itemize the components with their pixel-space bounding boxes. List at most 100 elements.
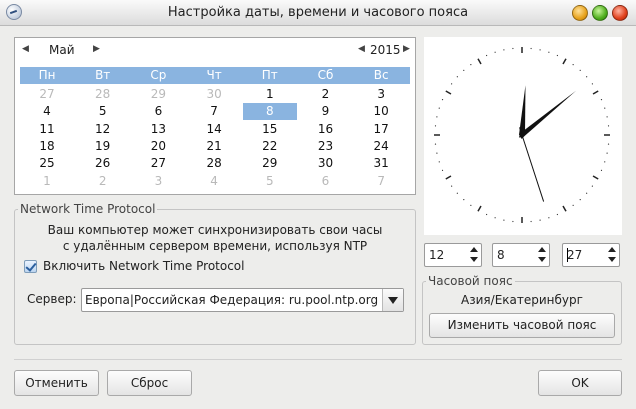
minute-tick	[556, 213, 558, 216]
calendar-day[interactable]: 30	[299, 155, 353, 172]
calendar-day[interactable]: 7	[187, 103, 241, 120]
ntp-enable-checkbox[interactable]	[24, 260, 37, 273]
ok-button[interactable]: OK	[538, 370, 622, 396]
minutes-up-arrow-icon[interactable]	[535, 244, 549, 255]
calendar-day[interactable]: 25	[20, 155, 74, 172]
timezone-group-title: Часовой пояс	[426, 274, 515, 288]
weekday-label: Чт	[206, 68, 222, 82]
calendar-day[interactable]: 22	[243, 138, 297, 155]
minutes-down-arrow-icon[interactable]	[535, 255, 549, 266]
hours-up-arrow-icon[interactable]	[467, 244, 481, 255]
calendar-day[interactable]: 27	[131, 155, 185, 172]
ntp-group: Network Time Protocol Ваш компьютер може…	[14, 202, 416, 345]
hour-tick	[477, 58, 482, 65]
calendar-day[interactable]: 18	[20, 138, 74, 155]
calendar-day[interactable]: 21	[187, 138, 241, 155]
calendar-day[interactable]: 29	[131, 86, 185, 103]
minute-tick	[463, 199, 465, 201]
reset-button[interactable]: Сброс	[107, 370, 192, 396]
minute-tick	[512, 47, 514, 50]
hour-tick	[562, 58, 567, 65]
calendar-day[interactable]: 29	[243, 155, 297, 172]
calendar-day[interactable]: 2	[299, 86, 353, 103]
seconds-spinbox[interactable]: 27	[562, 243, 620, 267]
calendar-day[interactable]: 1	[20, 173, 74, 190]
close-button[interactable]	[612, 5, 628, 21]
calendar-day[interactable]: 12	[76, 121, 130, 138]
analog-clock	[424, 37, 622, 235]
calendar-day[interactable]: 6	[131, 103, 185, 120]
cancel-button[interactable]: Отменить	[14, 370, 99, 396]
weekday-label: Вт	[95, 68, 111, 82]
minute-tick	[503, 49, 505, 51]
calendar-day[interactable]: 17	[354, 121, 408, 138]
calendar-day[interactable]: 3	[354, 86, 408, 103]
calendar-day[interactable]: 28	[187, 155, 241, 172]
calendar-day[interactable]: 6	[299, 173, 353, 190]
calendar-day[interactable]: 1	[243, 86, 297, 103]
calendar-day[interactable]: 30	[187, 86, 241, 103]
hours-spinbox[interactable]: 12	[424, 243, 482, 267]
next-year-arrow-icon[interactable]: ▶	[403, 44, 410, 54]
calendar-day[interactable]: 14	[187, 121, 241, 138]
minute-tick	[494, 51, 496, 53]
year-label[interactable]: 2015	[370, 43, 401, 57]
minute-tick	[512, 220, 514, 223]
minute-tick	[436, 152, 438, 154]
maximize-button[interactable]	[592, 5, 608, 21]
minute-tick	[579, 69, 581, 71]
calendar-day[interactable]: 26	[76, 155, 130, 172]
weekday-label: Пт	[261, 68, 278, 82]
calendar-day[interactable]: 27	[20, 86, 74, 103]
calendar-day[interactable]: 15	[243, 121, 297, 138]
calendar-day[interactable]: 4	[187, 173, 241, 190]
minute-tick	[586, 76, 588, 78]
calendar-day[interactable]: 7	[354, 173, 408, 190]
calendar-day[interactable]: 4	[20, 103, 74, 120]
seconds-up-arrow-icon[interactable]	[605, 244, 619, 255]
calendar-day[interactable]: 24	[354, 138, 408, 155]
calendar-day[interactable]: 13	[131, 121, 185, 138]
calendar-day[interactable]: 10	[354, 103, 408, 120]
hour-tick	[445, 90, 452, 95]
calendar-day[interactable]: 5	[243, 173, 297, 190]
calendar-day[interactable]: 11	[20, 121, 74, 138]
minute-tick	[451, 83, 453, 85]
minutes-spinbox[interactable]: 8	[492, 243, 550, 267]
month-label[interactable]: Май	[49, 43, 75, 57]
minimize-button[interactable]	[572, 5, 588, 21]
minute-hand	[518, 90, 577, 138]
prev-month-arrow-icon[interactable]: ◀	[22, 44, 29, 54]
minute-tick	[604, 161, 606, 163]
change-timezone-button[interactable]: Изменить часовой пояс	[429, 313, 615, 338]
calendar-day[interactable]: 19	[76, 138, 130, 155]
calendar-day[interactable]: 20	[131, 138, 185, 155]
minute-tick	[539, 49, 541, 51]
title-bar: Настройка даты, времени и часового пояса	[0, 0, 636, 26]
minute-tick	[434, 143, 437, 145]
minute-tick	[470, 204, 472, 206]
calendar-day[interactable]: 28	[76, 86, 130, 103]
ntp-enable-label[interactable]: Включить Network Time Protocol	[43, 259, 244, 273]
hours-down-arrow-icon[interactable]	[467, 255, 481, 266]
calendar-day[interactable]: 9	[299, 103, 353, 120]
calendar-day[interactable]: 31	[354, 155, 408, 172]
calendar-day[interactable]: 5	[76, 103, 130, 120]
chevron-down-icon[interactable]	[382, 289, 403, 311]
next-month-arrow-icon[interactable]: ▶	[93, 44, 100, 54]
minute-tick	[606, 152, 608, 154]
minute-tick	[494, 217, 496, 219]
current-timezone: Азия/Екатеринбург	[461, 293, 583, 307]
server-combobox[interactable]: Европа|Российская Федерация: ru.pool.ntp…	[81, 288, 404, 312]
clock-face	[434, 47, 610, 223]
seconds-down-arrow-icon[interactable]	[605, 255, 619, 266]
minute-tick	[434, 125, 437, 127]
calendar-day[interactable]: 3	[131, 173, 185, 190]
seconds-value: 27	[567, 248, 583, 262]
calendar-day[interactable]: 8	[242, 103, 297, 121]
calendar-day[interactable]: 23	[299, 138, 353, 155]
minute-tick	[530, 47, 532, 50]
calendar-day[interactable]: 16	[299, 121, 353, 138]
calendar-day[interactable]: 2	[76, 173, 130, 190]
prev-year-arrow-icon[interactable]: ◀	[358, 44, 365, 54]
